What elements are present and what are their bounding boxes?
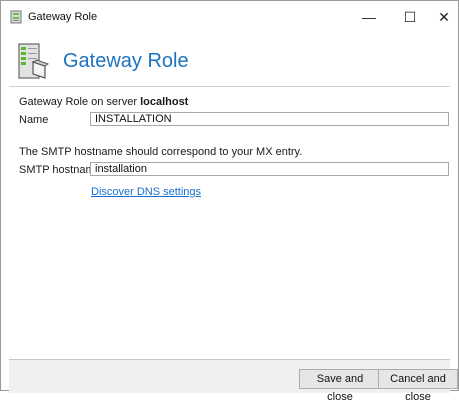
smtp-hostname-field[interactable] xyxy=(90,162,449,176)
save-and-close-button[interactable]: Save and close xyxy=(299,369,381,403)
server-info: Gateway Role on server localhost xyxy=(19,95,188,109)
server-name: localhost xyxy=(140,96,189,108)
server-prefix: Gateway Role on server xyxy=(19,96,141,108)
footer-bar: Save and close Cancel and close xyxy=(9,359,458,403)
page-title: Gateway Role xyxy=(63,50,189,72)
discover-dns-link[interactable]: Discover DNS settings xyxy=(91,185,201,199)
title-bar[interactable]: Gateway Role — ☐ ✕ xyxy=(1,1,458,33)
server-icon xyxy=(10,10,22,24)
cancel-and-close-button[interactable]: Cancel and close xyxy=(378,369,458,403)
smtp-hostname-label: SMTP hostname xyxy=(19,164,101,176)
name-field[interactable] xyxy=(90,112,449,126)
window-title: Gateway Role xyxy=(28,11,98,23)
minimize-button[interactable]: — xyxy=(346,1,392,33)
close-button[interactable]: ✕ xyxy=(421,1,459,33)
form-area: Gateway Role on server localhost Name Th… xyxy=(9,86,450,359)
header: Gateway Role xyxy=(9,38,450,87)
name-label: Name xyxy=(19,114,49,126)
gateway-server-icon xyxy=(18,43,49,79)
smtp-note: The SMTP hostname should correspond to y… xyxy=(19,146,303,158)
dialog-window: Gateway Role — ☐ ✕ Gateway Role Gateway … xyxy=(0,0,459,403)
